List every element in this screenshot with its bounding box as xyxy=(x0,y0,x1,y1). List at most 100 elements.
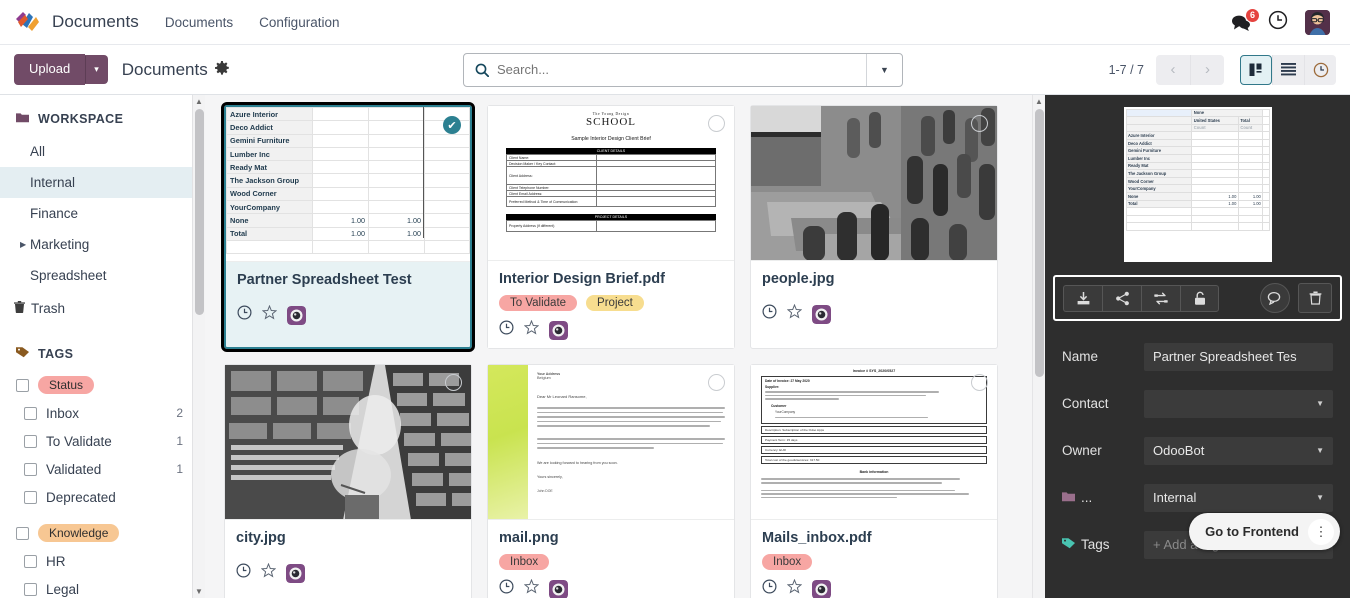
upload-dropdown-button[interactable]: ▾ xyxy=(85,54,108,85)
card-footer xyxy=(762,302,986,324)
card-select-circle[interactable] xyxy=(708,374,725,391)
scrollbar-thumb[interactable] xyxy=(195,109,204,315)
tag-item-legal[interactable]: Legal xyxy=(0,575,205,598)
tag-item-validated[interactable]: Validated 1 xyxy=(0,455,205,483)
nav-item-documents[interactable]: Documents xyxy=(165,15,233,30)
search-dropdown-toggle[interactable]: ▼ xyxy=(866,53,902,86)
search-input[interactable] xyxy=(497,62,866,77)
scroll-down-icon[interactable]: ▼ xyxy=(193,585,205,598)
clock-icon[interactable] xyxy=(499,320,514,340)
owner-avatar[interactable] xyxy=(812,304,831,324)
tag-checkbox[interactable] xyxy=(24,406,37,420)
go-to-frontend-pill[interactable]: Go to Frontend ⋮ xyxy=(1189,513,1340,550)
card-tag[interactable]: To Validate xyxy=(499,295,578,311)
kebab-menu-icon[interactable]: ⋮ xyxy=(1308,518,1334,545)
tag-checkbox[interactable] xyxy=(24,582,37,596)
star-icon[interactable] xyxy=(523,578,540,598)
view-activity-button[interactable] xyxy=(1304,54,1336,85)
clock-icon[interactable] xyxy=(236,563,251,583)
list-icon xyxy=(1281,63,1296,76)
tag-item-hr[interactable]: HR xyxy=(0,547,205,575)
replace-button[interactable] xyxy=(1141,284,1180,312)
sidebar-item-spreadsheet[interactable]: Spreadsheet xyxy=(0,260,205,291)
lock-button[interactable] xyxy=(1180,284,1219,312)
clock-icon[interactable] xyxy=(762,304,777,324)
odoo-logo-icon[interactable] xyxy=(14,10,40,34)
upload-button[interactable]: Upload xyxy=(14,54,86,85)
star-icon[interactable] xyxy=(786,578,803,598)
chatter-button[interactable] xyxy=(1260,283,1290,313)
card-tag[interactable]: Project xyxy=(586,295,644,311)
chevron-down-icon[interactable]: ▼ xyxy=(1316,399,1324,408)
chevron-right-icon[interactable]: ▶ xyxy=(20,240,26,249)
owner-avatar[interactable] xyxy=(287,305,306,325)
sidebar-item-all[interactable]: All xyxy=(0,136,205,167)
tag-group-knowledge[interactable]: Knowledge xyxy=(0,519,205,547)
name-input[interactable]: Partner Spreadsheet Tes xyxy=(1144,342,1333,371)
search-bar[interactable]: ▼ xyxy=(463,52,903,87)
card-tag[interactable]: Inbox xyxy=(762,554,813,570)
share-button[interactable] xyxy=(1102,284,1141,312)
download-button[interactable] xyxy=(1063,284,1102,312)
tag-group-status[interactable]: Status xyxy=(0,371,205,399)
pager-previous-button[interactable]: ‹ xyxy=(1156,54,1190,85)
card-select-circle[interactable] xyxy=(971,374,988,391)
star-icon[interactable] xyxy=(786,303,803,324)
tag-item-inbox[interactable]: Inbox 2 xyxy=(0,399,205,427)
kanban-card-mails-inbox-pdf[interactable]: Invoice # SYS_2020/0527 Date of Invoice:… xyxy=(750,364,1002,598)
tag-checkbox[interactable] xyxy=(24,434,37,448)
chevron-down-icon[interactable]: ▼ xyxy=(1316,493,1324,502)
workspace-select[interactable]: Internal ▼ xyxy=(1144,483,1333,512)
star-icon[interactable] xyxy=(260,562,277,583)
tag-item-deprecated[interactable]: Deprecated xyxy=(0,483,205,511)
scroll-up-icon[interactable]: ▲ xyxy=(1033,95,1045,108)
owner-select[interactable]: OdooBot ▼ xyxy=(1144,436,1333,465)
kanban-card-people-jpg[interactable]: people.jpg xyxy=(750,105,998,349)
card-select-circle[interactable] xyxy=(708,115,725,132)
clock-icon[interactable] xyxy=(237,305,252,325)
sidebar-item-internal[interactable]: Internal xyxy=(0,167,205,198)
gear-icon[interactable] xyxy=(214,61,229,78)
sidebar-scrollbar[interactable]: ▲ ▼ xyxy=(192,95,205,598)
sidebar-item-trash[interactable]: Trash xyxy=(0,293,205,324)
messages-button[interactable]: 6 xyxy=(1231,7,1260,31)
view-kanban-button[interactable] xyxy=(1240,54,1272,85)
tag-checkbox[interactable] xyxy=(24,490,37,504)
sidebar-item-marketing[interactable]: ▶ Marketing xyxy=(0,229,205,260)
tag-checkbox[interactable] xyxy=(24,554,37,568)
kanban-card-partner-spreadsheet[interactable]: Azure Interior Deco Addict Gemini Furnit… xyxy=(221,102,475,352)
view-list-button[interactable] xyxy=(1272,54,1304,85)
card-select-circle[interactable] xyxy=(445,374,462,391)
nav-item-configuration[interactable]: Configuration xyxy=(259,15,339,30)
tag-checkbox[interactable] xyxy=(24,462,37,476)
owner-avatar[interactable] xyxy=(549,320,568,340)
star-icon[interactable] xyxy=(523,319,540,340)
card-tags: To Validate Project xyxy=(499,295,723,311)
scrollbar-thumb[interactable] xyxy=(1035,109,1044,377)
clock-icon[interactable] xyxy=(499,579,514,598)
owner-avatar[interactable] xyxy=(812,579,831,598)
delete-button[interactable] xyxy=(1298,283,1332,313)
card-select-circle[interactable] xyxy=(971,115,988,132)
kanban-scrollbar[interactable]: ▲ xyxy=(1032,95,1045,598)
tag-checkbox[interactable] xyxy=(16,378,29,392)
clock-icon[interactable] xyxy=(762,579,777,598)
sidebar-item-finance[interactable]: Finance xyxy=(0,198,205,229)
card-selected-check-icon[interactable]: ✔ xyxy=(443,116,461,134)
card-tag[interactable]: Inbox xyxy=(499,554,550,570)
contact-select[interactable]: ▼ xyxy=(1144,389,1333,418)
chevron-down-icon[interactable]: ▼ xyxy=(1316,446,1324,455)
pager-next-button[interactable]: › xyxy=(1190,54,1224,85)
scroll-up-icon[interactable]: ▲ xyxy=(193,95,205,108)
star-icon[interactable] xyxy=(261,304,278,325)
activity-clock-button[interactable] xyxy=(1268,10,1288,35)
user-avatar[interactable] xyxy=(1305,9,1330,35)
tag-checkbox[interactable] xyxy=(16,526,29,540)
kanban-card-city-jpg[interactable]: city.jpg xyxy=(224,364,472,598)
tag-item-to-validate[interactable]: To Validate 1 xyxy=(0,427,205,455)
kanban-card-interior-design-brief[interactable]: The Young Design SCHOOL Sample Interior … xyxy=(487,105,739,353)
owner-avatar[interactable] xyxy=(286,563,305,583)
kanban-card-mail-png[interactable]: Your Address Belgium Dear Mr Leonard Ran… xyxy=(487,364,735,598)
owner-avatar[interactable] xyxy=(549,579,568,598)
document-preview[interactable]: None United States Total Count Count Azu… xyxy=(1045,95,1350,267)
